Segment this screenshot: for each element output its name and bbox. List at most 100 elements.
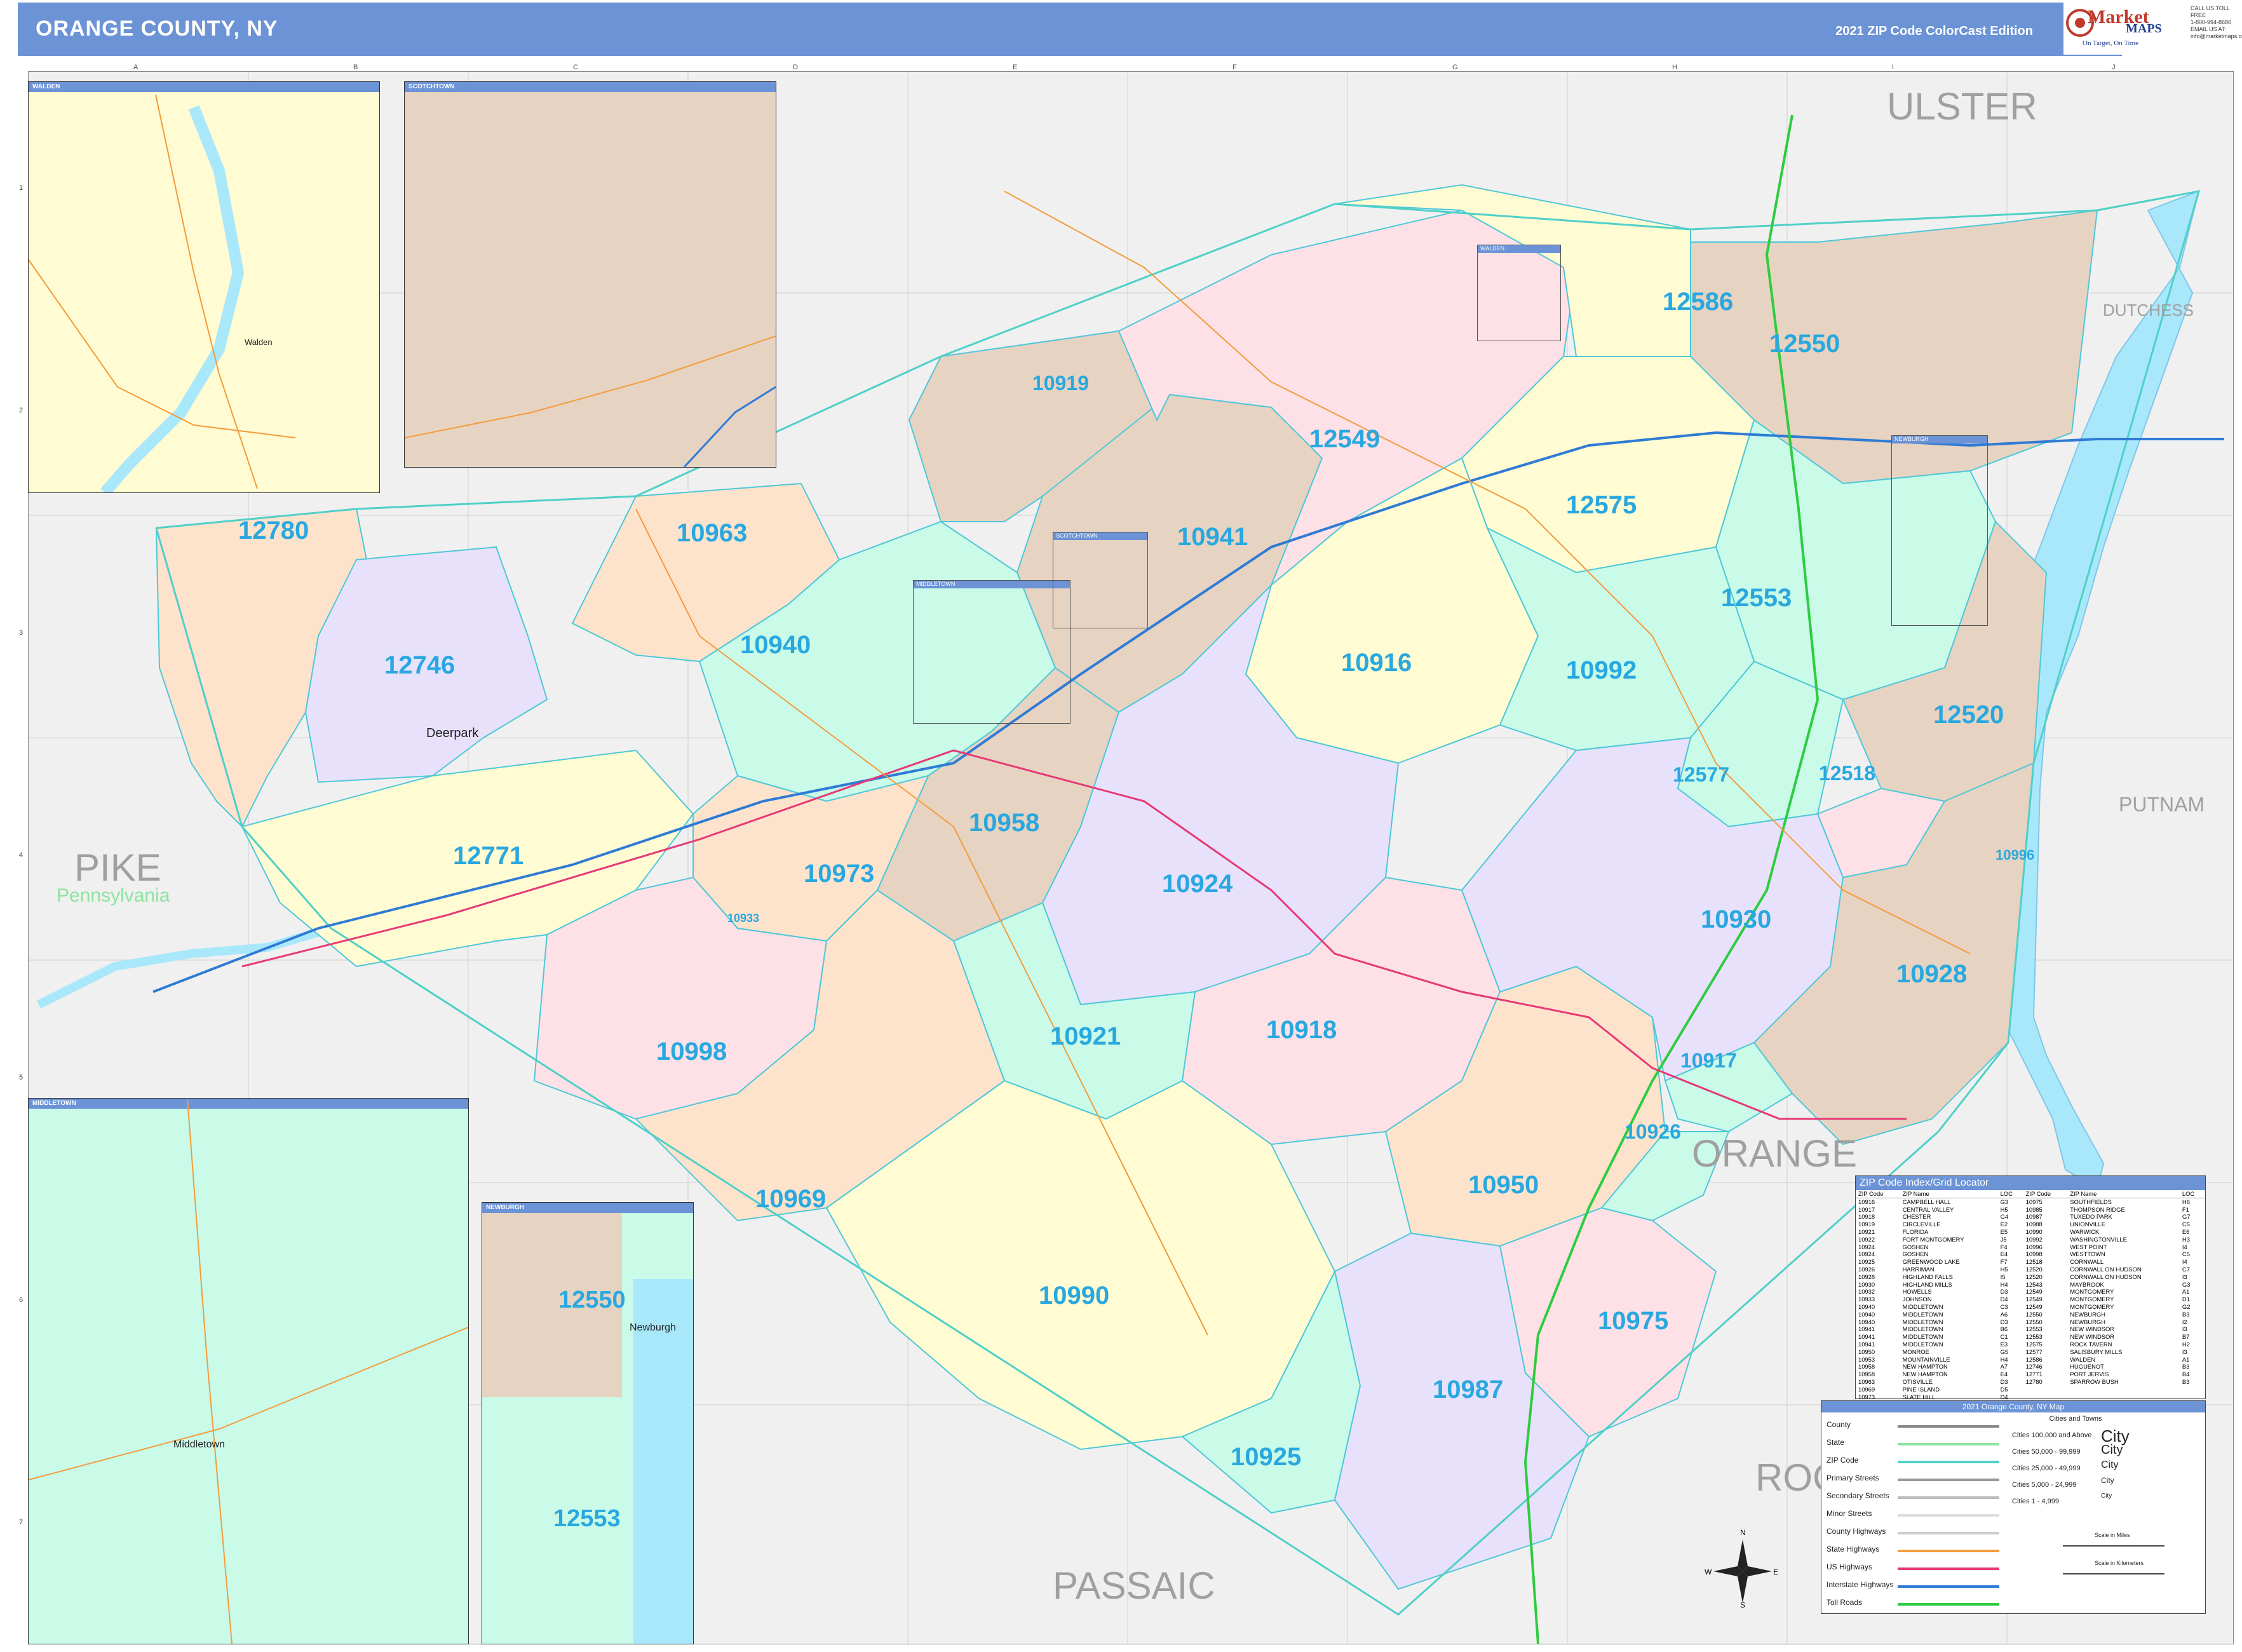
compass-s: S — [1740, 1601, 1746, 1609]
zip-label: 10998 — [656, 1038, 727, 1066]
legend-city-range: Cities 5,000 - 24,999 — [2012, 1481, 2077, 1489]
inset-newburgh-title: NEWBURGH — [486, 1204, 524, 1211]
inset-walden-city: Walden — [245, 337, 273, 347]
zip-label: 12549 — [1309, 425, 1381, 453]
zip-label: 10973 — [804, 860, 875, 888]
inset-walden-map — [29, 94, 296, 492]
zip-index-row: 10916 CAMPBELL HALL G3 10975 SOUTHFIELDS H6 — [1858, 1198, 2190, 1205]
inset-newburgh[interactable]: NEWBURGH 12550 12553 Newburgh — [482, 1202, 694, 1644]
inset-newburgh-zip1: 12550 — [558, 1287, 626, 1313]
inset-newburgh-river — [633, 1279, 693, 1644]
legend-swatch — [1898, 1532, 1999, 1534]
logo-tagline: On Target, On Time — [2083, 39, 2139, 47]
zip-label: 10963 — [677, 519, 748, 547]
legend-city-range: Cities 100,000 and Above — [2012, 1432, 2092, 1439]
zip-label: 12780 — [238, 517, 309, 545]
legend-row: Minor Streets — [1827, 1509, 1872, 1518]
market-maps-logo: Market MAPS On Target, On Time — [2063, 3, 2184, 55]
zip-index-row: 10973 SLATE HILL D4 — [1858, 1393, 2008, 1400]
legend-cities-title: Cities and Towns — [2049, 1415, 2102, 1423]
legend-city-sample: City — [2101, 1459, 2119, 1470]
zip-label: 10975 — [1598, 1307, 1669, 1335]
grid-col-a: A — [133, 64, 138, 71]
zip-label: 10990 — [1039, 1282, 1110, 1310]
legend-row: ZIP Code — [1827, 1456, 1859, 1465]
zip-index-row: 10928 HIGHLAND FALLS I5 12520 CORNWALL ON HU… — [1858, 1273, 2187, 1280]
legend-swatch — [1898, 1479, 1999, 1481]
zip-index-header: ZIP Code ZIP Name LOC ZIP Code ZIP Name … — [1856, 1190, 2205, 1198]
compass-w: W — [1705, 1567, 1712, 1576]
zip-index-row: 10963 OTISVILLE D3 12780 SPARROW BUSH B3 — [1858, 1378, 2190, 1385]
zip-index-title: ZIP Code Index/Grid Locator — [1856, 1176, 2205, 1190]
legend-swatch — [1898, 1514, 1999, 1517]
legend-swatch — [1898, 1461, 1999, 1463]
map-edition: 2021 ZIP Code ColorCast Edition — [1835, 24, 2033, 38]
zip-label: 12550 — [1769, 330, 1840, 358]
zip-label: 10958 — [969, 809, 1040, 837]
extent-box-middletown: MIDDLETOWN — [913, 580, 1070, 724]
legend-swatch — [1898, 1550, 1999, 1552]
map-header: ORANGE COUNTY, NY 2021 ZIP Code ColorCas… — [18, 3, 2122, 56]
compass-rose: N S W E — [1705, 1528, 1778, 1609]
zip-index-row: 10924 GOSHEN E4 10998 WESTTOWN C5 — [1858, 1250, 2190, 1258]
legend-city-sample: City — [2101, 1476, 2114, 1485]
map-title: ORANGE COUNTY, NY — [36, 17, 278, 41]
zip-label: 10969 — [755, 1185, 827, 1213]
extent-box-newburgh: NEWBURGH — [1891, 435, 1988, 626]
zip-label: 12553 — [1721, 584, 1792, 612]
zip-index-row: 10940 MIDDLETOWN C3 12549 MONTGOMERY G2 — [1858, 1303, 2191, 1310]
zip-label: 10916 — [1341, 649, 1412, 677]
legend-swatch — [1898, 1443, 1999, 1446]
place-deerpark: Deerpark — [426, 726, 479, 740]
zip-index-row: 10932 HOWELLS D3 12549 MONTGOMERY A1 — [1858, 1288, 2190, 1296]
zip-label: 12575 — [1566, 491, 1637, 519]
legend-swatch — [1898, 1496, 1999, 1499]
extent-box-scotchtown: SCOTCHTOWN — [1053, 532, 1148, 628]
legend-city-range: Cities 25,000 - 49,999 — [2012, 1465, 2081, 1472]
zip-label: 10950 — [1468, 1171, 1539, 1199]
zip-index-row: 10941 MIDDLETOWN B6 12553 NEW WINDSOR I3 — [1858, 1325, 2187, 1333]
grid-col-i: I — [1892, 64, 1894, 71]
contact-info: CALL US TOLL FREE 1-800-994-8686 EMAIL U… — [2191, 5, 2242, 39]
zip-index-row: 10941 MIDDLETOWN C1 12553 NEW WINDSOR B7 — [1858, 1333, 2190, 1341]
zip-index: ZIP Code Index/Grid Locator ZIP Code ZIP… — [1855, 1175, 2206, 1400]
zip-label: 12746 — [384, 651, 456, 679]
grid-row-4: 4 — [19, 851, 24, 859]
legend-row: State — [1827, 1438, 1845, 1447]
legend-city-range: Cities 1 - 4,999 — [2012, 1498, 2059, 1505]
inset-middletown[interactable]: MIDDLETOWN Middletown — [28, 1098, 469, 1644]
extent-box-walden: WALDEN — [1477, 245, 1561, 341]
zip-label: 10996 — [1996, 847, 2035, 863]
inset-walden[interactable]: WALDEN Walden — [28, 81, 380, 493]
legend-row: Primary Streets — [1827, 1473, 1879, 1482]
compass-e: E — [1773, 1567, 1779, 1576]
zip-label: 10933 — [727, 912, 760, 924]
grid-col-d: D — [793, 64, 798, 71]
zip-label: 12520 — [1933, 701, 2004, 729]
zip-label: 12771 — [453, 842, 524, 870]
zip-index-row: 10917 CENTRAL VALLEY H5 10985 THOMPSON RIDGE… — [1858, 1205, 2189, 1213]
zip-index-row: 10933 JOHNSON D4 12549 MONTGOMERY D1 — [1858, 1296, 2190, 1303]
inset-scotchtown[interactable]: SCOTCHTOWN — [404, 81, 776, 468]
zip-label: 12518 — [1819, 762, 1875, 785]
zip-index-row: 10926 HARRIMAN H5 12520 CORNWALL ON HUDSON C7 — [1858, 1265, 2190, 1273]
inset-newburgh-city: Newburgh — [630, 1322, 676, 1333]
zip-label: 10926 — [1624, 1120, 1681, 1143]
compass-icon — [1713, 1540, 1772, 1603]
zip-index-row: 10918 CHESTER G4 10987 TUXEDO PARK G7 — [1858, 1213, 2191, 1221]
legend-row: Secondary Streets — [1827, 1491, 1889, 1500]
grid-row-1: 1 — [19, 184, 24, 192]
zip-label: 10930 — [1701, 905, 1772, 933]
zip-index-row: 10958 NEW HAMPTON A7 12746 HUGUENOT B3 — [1858, 1363, 2190, 1371]
zip-index-row: 10940 MIDDLETOWN A6 12550 NEWBURGH B3 — [1858, 1310, 2190, 1318]
compass-n: N — [1740, 1528, 1746, 1537]
inset-newburgh-zip2: 12553 — [553, 1505, 621, 1532]
legend-row: US Highways — [1827, 1562, 1873, 1571]
legend-city-sample: City — [2101, 1443, 2123, 1457]
zip-index-row: 10969 PINE ISLAND D5 — [1858, 1385, 2008, 1393]
zip-label: 12577 — [1673, 763, 1729, 786]
zip-index-row: 10925 GREENWOOD LAKE F7 12518 CORNWALL I4 — [1858, 1258, 2187, 1266]
grid-col-c: C — [573, 64, 578, 71]
zip-index-row: 10922 FORT MONTGOMERY J5 10992 WASHINGTONVIL… — [1858, 1235, 2190, 1243]
zip-label: 10928 — [1896, 960, 1968, 988]
